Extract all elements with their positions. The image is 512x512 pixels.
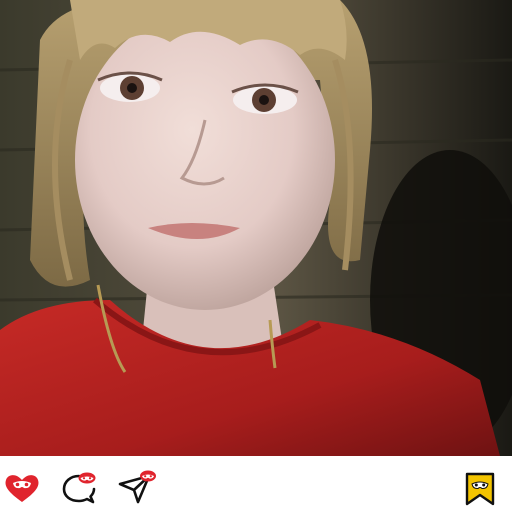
- post-photo[interactable]: [0, 0, 512, 456]
- mask-icon: [140, 470, 156, 482]
- bookmark-icon: [465, 472, 495, 506]
- post-photo-illustration: [0, 0, 512, 456]
- heart-icon: [5, 475, 39, 502]
- mask-icon: [78, 472, 96, 484]
- mask-icon: [471, 481, 489, 490]
- save-button[interactable]: [460, 468, 500, 508]
- post-action-bar: [0, 456, 512, 512]
- comment-bubble-icon: [62, 472, 96, 504]
- post-card: [0, 0, 512, 512]
- paper-plane-icon: [118, 470, 156, 504]
- like-button[interactable]: [2, 468, 42, 508]
- comment-button[interactable]: [59, 468, 99, 508]
- share-button[interactable]: [116, 468, 156, 508]
